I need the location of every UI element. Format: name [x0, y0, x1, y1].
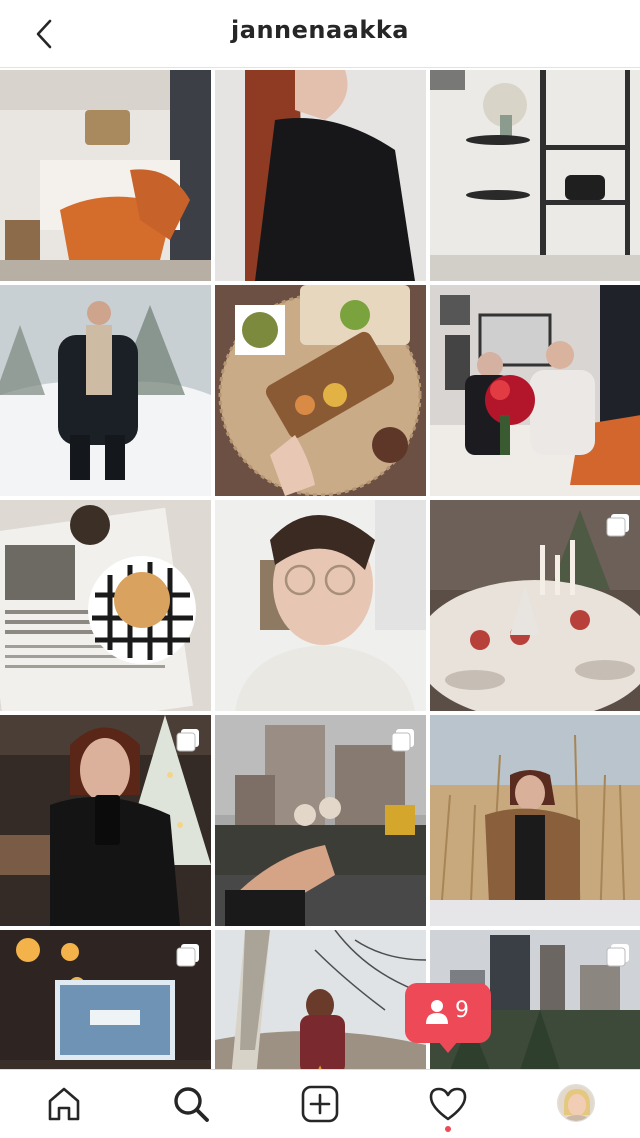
multiple-photos-icon	[606, 944, 629, 967]
post-thumbnail[interactable]	[430, 70, 640, 281]
multiple-photos-icon	[176, 944, 199, 967]
tab-activity[interactable]	[428, 1084, 468, 1124]
heart-icon	[429, 1087, 467, 1121]
post-thumbnail[interactable]	[215, 285, 426, 496]
activity-notification-bubble[interactable]: 9	[405, 983, 491, 1053]
post-thumbnail[interactable]	[215, 70, 426, 281]
tab-new-post[interactable]	[300, 1084, 340, 1124]
multiple-photos-icon	[606, 514, 629, 537]
post-thumbnail[interactable]	[0, 285, 211, 496]
multiple-photos-icon	[176, 729, 199, 752]
add-post-icon	[301, 1085, 339, 1123]
bottom-navigation	[0, 1069, 640, 1138]
post-thumbnail[interactable]	[0, 715, 211, 926]
person-icon	[426, 1000, 448, 1024]
post-thumbnail[interactable]	[430, 285, 640, 496]
profile-username: jannenaakka	[231, 16, 409, 44]
activity-indicator-dot	[445, 1126, 451, 1132]
tab-home[interactable]	[44, 1084, 84, 1124]
explore-grid	[0, 70, 640, 1138]
post-thumbnail[interactable]	[430, 500, 640, 711]
post-thumbnail[interactable]	[0, 500, 211, 711]
search-icon	[174, 1087, 209, 1122]
follower-count: 9	[455, 998, 469, 1023]
post-thumbnail[interactable]	[0, 70, 211, 281]
home-icon	[48, 1087, 80, 1121]
post-thumbnail[interactable]	[215, 715, 426, 926]
tab-search[interactable]	[171, 1084, 211, 1124]
post-thumbnail[interactable]	[430, 715, 640, 926]
profile-avatar[interactable]	[557, 1084, 595, 1122]
top-bar: jannenaakka	[0, 0, 640, 68]
notification-tail	[438, 1041, 458, 1053]
multiple-photos-icon	[391, 729, 414, 752]
post-thumbnail[interactable]	[215, 500, 426, 711]
